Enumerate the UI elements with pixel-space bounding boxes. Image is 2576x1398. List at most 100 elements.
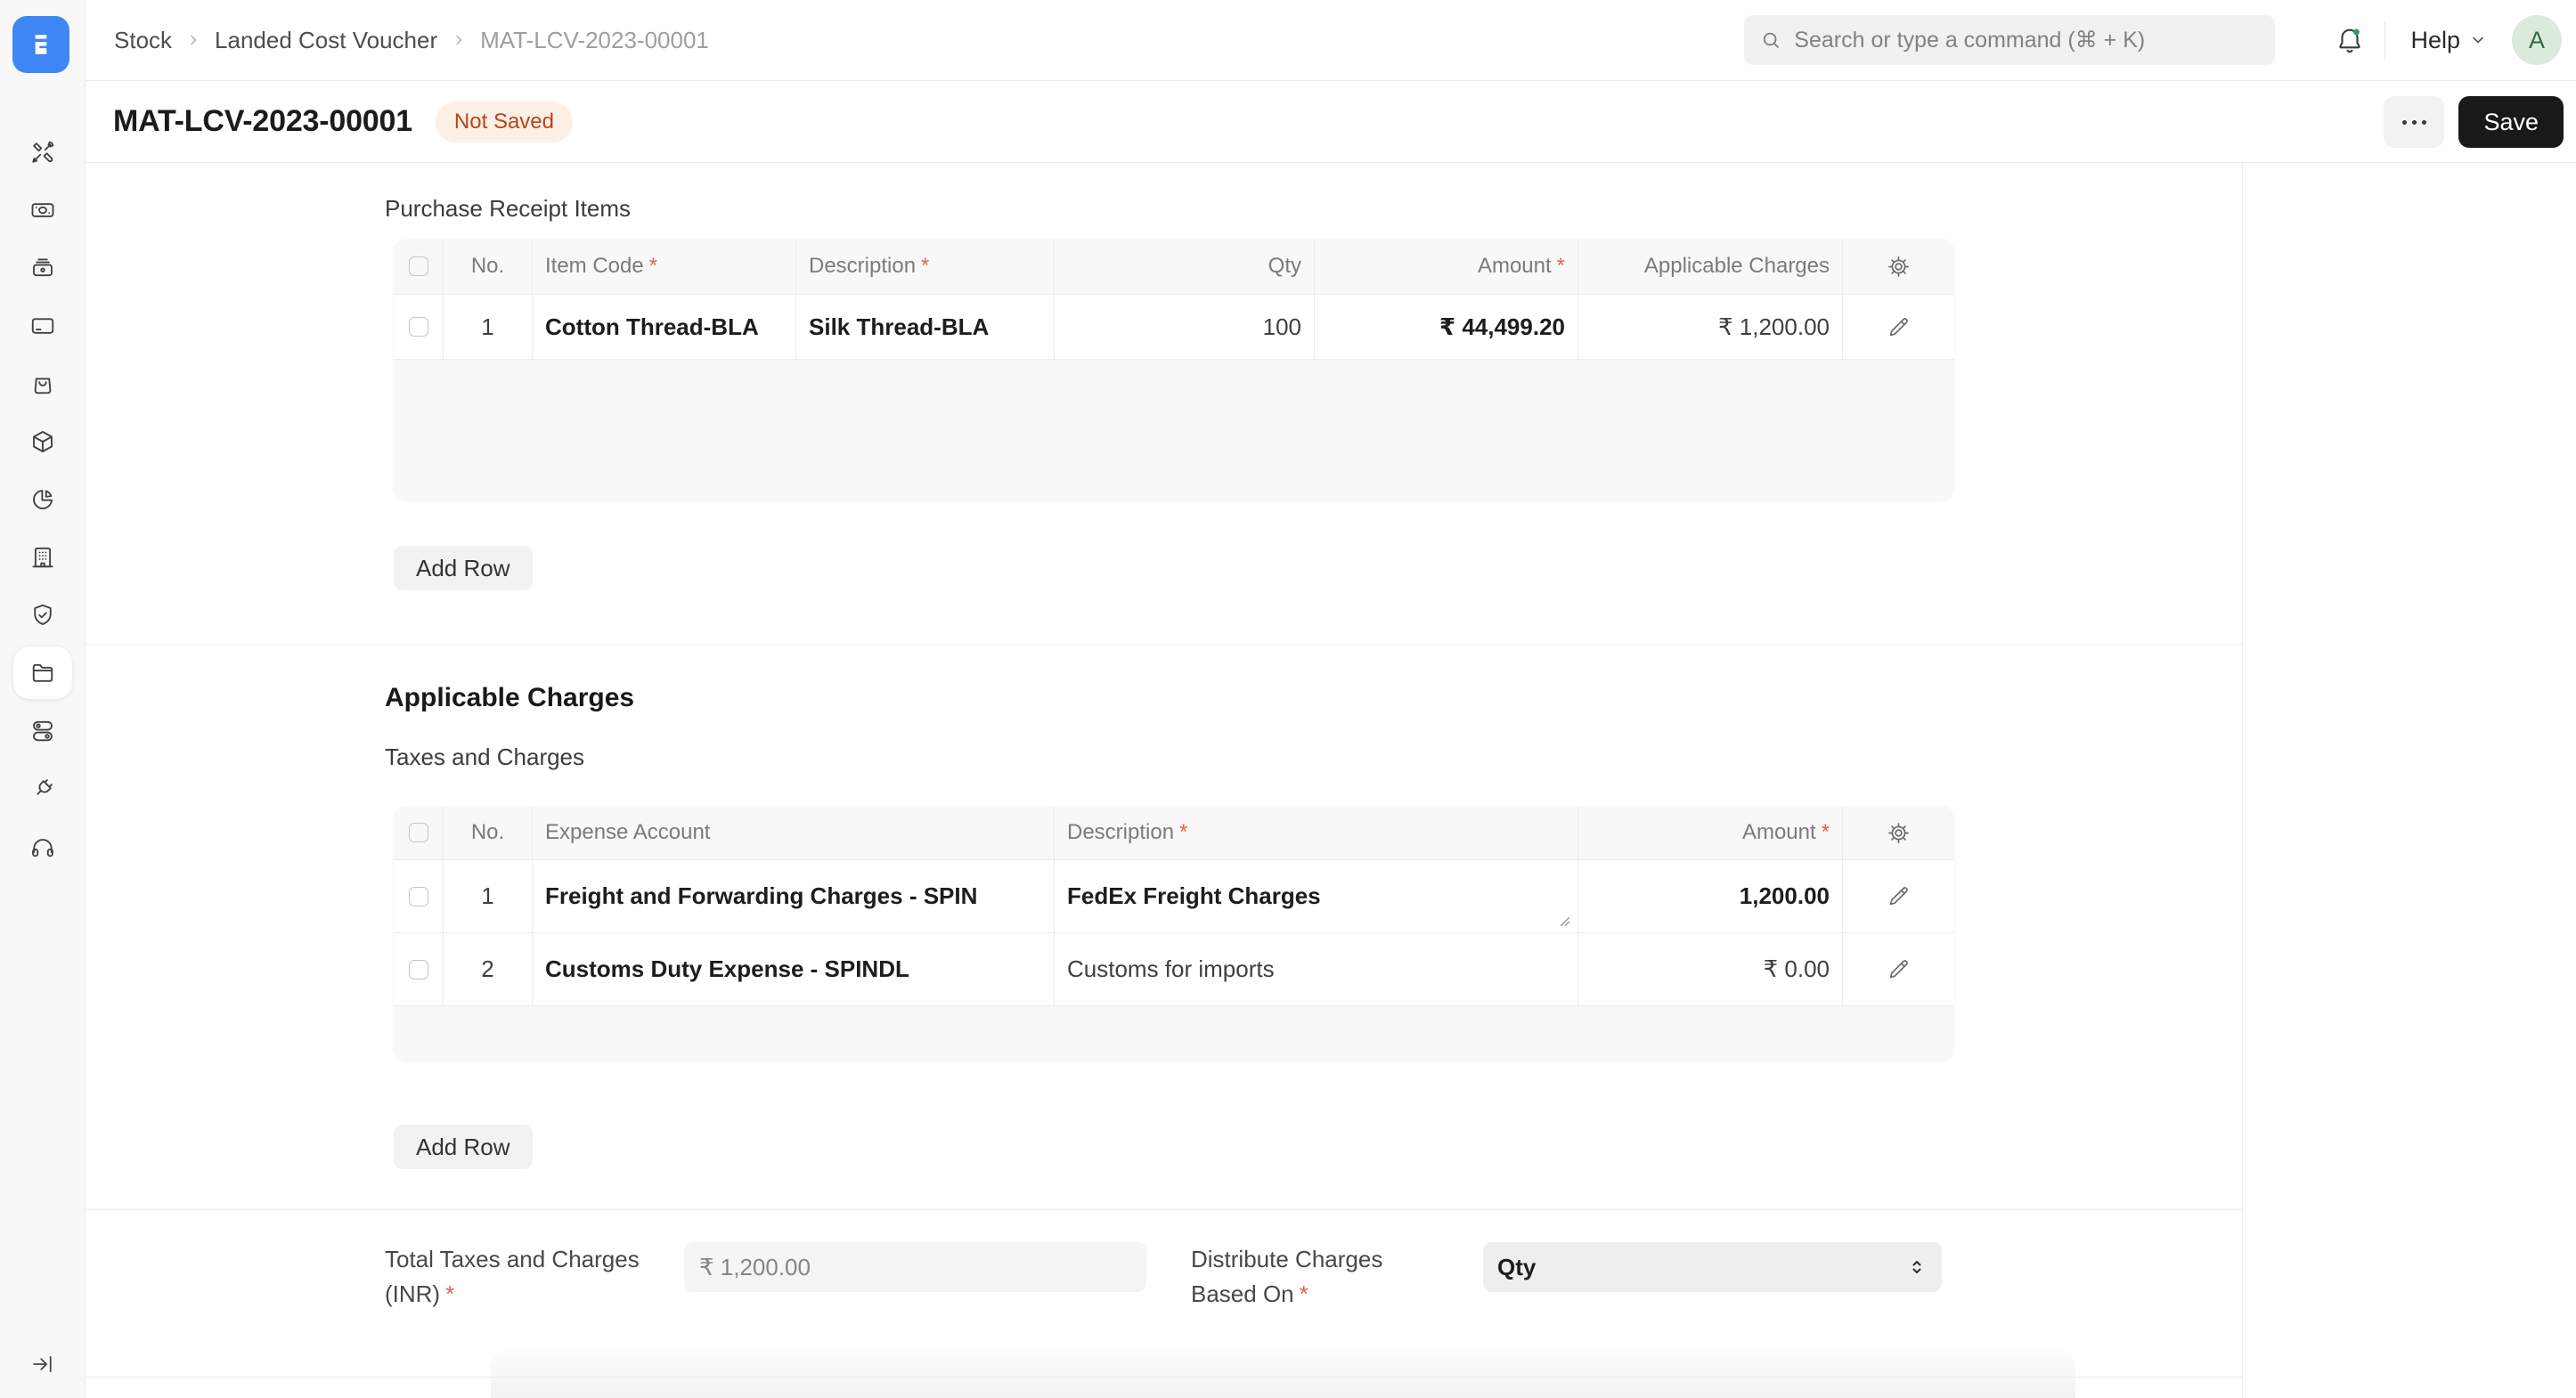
resize-corner-icon[interactable] — [1560, 916, 1570, 927]
notifications-button[interactable] — [2335, 25, 2365, 55]
qty-cell[interactable]: 100 — [1263, 313, 1301, 341]
arrow-right-to-line-icon — [30, 1352, 55, 1377]
next-section-card — [491, 1349, 2075, 1398]
search-icon — [1760, 28, 1781, 52]
sidebar-item-shopping-bag[interactable] — [0, 354, 86, 412]
applicable-charges-cell[interactable]: ₹ 1,200.00 — [1718, 313, 1830, 341]
select-all-checkbox[interactable] — [409, 823, 428, 842]
purchase-receipt-items-label: Purchase Receipt Items — [385, 195, 631, 223]
sidebar-item-folder[interactable] — [0, 644, 86, 702]
page-actions: Save — [2384, 81, 2564, 163]
headphones-icon — [29, 833, 56, 860]
chevron-right-icon — [452, 33, 466, 47]
sidebar-item-tools[interactable] — [0, 123, 86, 181]
sidebar-item-building[interactable] — [0, 528, 86, 586]
section-divider — [86, 644, 2242, 645]
shopping-bag-icon — [29, 370, 56, 397]
description-cell[interactable]: Customs for imports — [1067, 955, 1275, 983]
more-options-button[interactable] — [2384, 96, 2444, 148]
select-all-checkbox[interactable] — [409, 256, 428, 276]
sidebar-item-cash-register[interactable] — [0, 239, 86, 297]
taxes-and-charges-label: Taxes and Charges — [385, 744, 584, 771]
sidebar-item-plug[interactable] — [0, 760, 86, 817]
gear-icon — [1887, 255, 1911, 279]
sidebar-item-toggles[interactable] — [0, 702, 86, 760]
page-title: MAT-LCV-2023-00001 — [113, 104, 412, 139]
pencil-icon — [1887, 957, 1911, 981]
distribute-charges-select[interactable]: Qty — [1483, 1242, 1942, 1292]
edit-row-button[interactable] — [1843, 295, 1954, 359]
section-divider — [86, 1377, 2242, 1378]
sidebar-item-headphones[interactable] — [0, 817, 86, 875]
table-header-row: No. Expense Account Description* Amount* — [394, 806, 1954, 859]
help-menu[interactable]: Help — [2405, 26, 2492, 55]
form-right-divider — [2242, 163, 2243, 1398]
amount-cell[interactable]: ₹ 44,499.20 — [1439, 313, 1565, 341]
amount-cell[interactable]: ₹ 0.00 — [1764, 955, 1830, 983]
erpnext-logo-glyph — [24, 28, 58, 61]
column-header-item-code: Item Code — [545, 254, 644, 279]
navbar-divider — [2384, 21, 2385, 59]
amount-cell[interactable]: 1,200.00 — [1740, 882, 1830, 910]
sidebar-item-credit-card[interactable] — [0, 297, 86, 354]
row-checkbox[interactable] — [409, 317, 428, 337]
global-search[interactable] — [1744, 15, 2275, 65]
description-cell[interactable]: Silk Thread-BLA — [809, 313, 989, 341]
breadcrumb-current: MAT-LCV-2023-00001 — [480, 27, 709, 54]
empty-grid-area — [394, 1006, 1954, 1059]
save-button[interactable]: Save — [2458, 96, 2564, 148]
column-header-description: Description — [1067, 820, 1174, 845]
add-row-button[interactable]: Add Row — [394, 546, 533, 590]
column-header-amount: Amount — [1478, 254, 1552, 279]
erpnext-logo[interactable] — [12, 16, 69, 73]
add-row-button[interactable]: Add Row — [394, 1125, 533, 1169]
expense-account-cell[interactable]: Customs Duty Expense - SPINDL — [545, 955, 909, 983]
required-marker: * — [445, 1280, 454, 1307]
item-code-cell[interactable]: Cotton Thread-BLA — [545, 313, 759, 341]
chevron-down-icon — [2469, 31, 2487, 49]
breadcrumb: Stock Landed Cost Voucher MAT-LCV-2023-0… — [114, 0, 709, 80]
collapse-sidebar-button[interactable] — [0, 1343, 86, 1386]
app-sidebar — [0, 0, 86, 1398]
user-avatar[interactable]: A — [2512, 15, 2562, 65]
edit-row-button[interactable] — [1843, 860, 1954, 932]
app-window: Stock Landed Cost Voucher MAT-LCV-2023-0… — [0, 0, 2576, 1398]
edit-row-button[interactable] — [1843, 933, 1954, 1005]
notification-dot — [2354, 29, 2360, 36]
row-number: 1 — [481, 313, 493, 341]
table-row: 2 Customs Duty Expense - SPINDL Customs … — [394, 933, 1954, 1006]
section-divider — [86, 1209, 2242, 1210]
column-header-no: No. — [471, 254, 504, 279]
form-area: Purchase Receipt Items No. Item Code * De… — [86, 163, 2576, 1398]
cash-register-icon — [29, 255, 56, 281]
sidebar-item-money[interactable] — [0, 181, 86, 239]
table-row: 1 Cotton Thread-BLA Silk Thread-BLA 100 … — [394, 294, 1954, 360]
description-cell[interactable]: FedEx Freight Charges — [1067, 882, 1321, 910]
row-checkbox[interactable] — [409, 960, 428, 979]
column-header-applicable-charges: Applicable Charges — [1644, 254, 1830, 279]
navbar-actions: Help A — [2335, 0, 2562, 80]
plug-icon — [29, 776, 56, 802]
row-checkbox[interactable] — [409, 887, 428, 906]
pencil-icon — [1887, 315, 1911, 339]
help-label: Help — [2410, 27, 2460, 54]
ellipsis-icon — [2402, 120, 2407, 125]
sidebar-item-shield-check[interactable] — [0, 586, 86, 644]
grid-settings-button[interactable] — [1843, 806, 1954, 859]
status-badge: Not Saved — [436, 102, 573, 142]
chevron-right-icon — [186, 33, 200, 47]
search-input[interactable] — [1792, 27, 2259, 54]
toggles-icon — [29, 718, 56, 744]
breadcrumb-landed-cost-voucher[interactable]: Landed Cost Voucher — [215, 27, 437, 54]
grid-settings-button[interactable] — [1843, 239, 1954, 294]
sidebar-item-pie-chart[interactable] — [0, 470, 86, 528]
credit-card-icon — [29, 313, 56, 339]
column-header-amount: Amount — [1742, 820, 1816, 845]
sidebar-item-package[interactable] — [0, 412, 86, 470]
breadcrumb-stock[interactable]: Stock — [114, 27, 172, 54]
package-icon — [29, 428, 56, 455]
expense-account-cell[interactable]: Freight and Forwarding Charges - SPIN — [545, 882, 977, 910]
total-taxes-field: ₹ 1,200.00 — [684, 1242, 1146, 1292]
distribute-charges-label: Distribute Charges Based On* — [1191, 1242, 1476, 1312]
applicable-charges-heading: Applicable Charges — [385, 683, 634, 713]
